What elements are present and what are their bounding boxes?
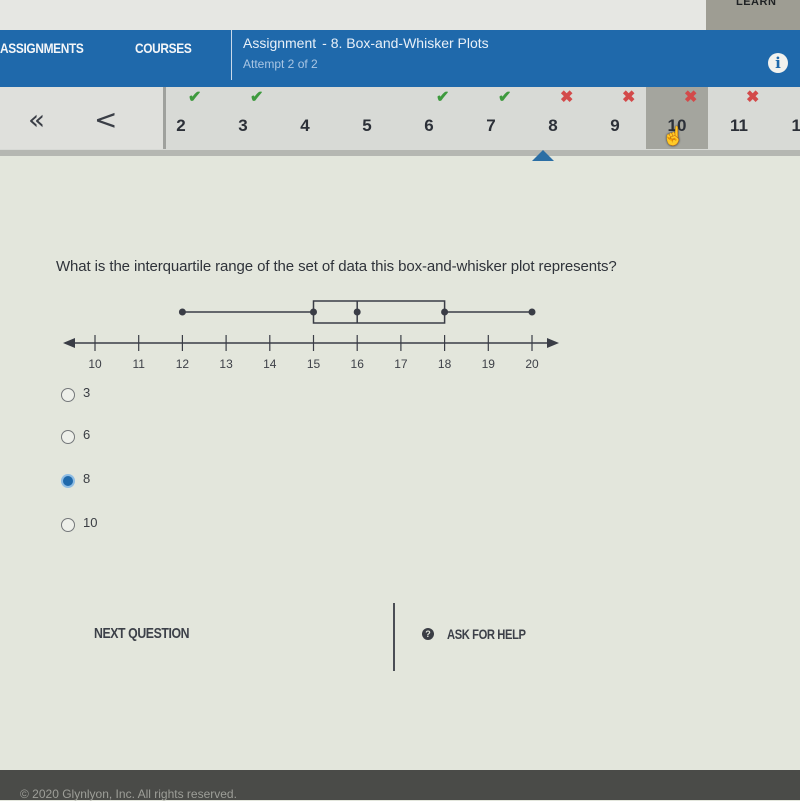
q1-point xyxy=(310,308,317,316)
question-tab-7[interactable]: 7 ✔ xyxy=(460,87,522,149)
answer-label: 10 xyxy=(83,515,98,530)
iqr-box xyxy=(312,300,446,324)
info-icon[interactable]: i xyxy=(768,53,788,73)
tick-label: 11 xyxy=(132,357,145,371)
box-plot: 10 11 12 13 14 15 16 17 18 19 20 xyxy=(63,300,559,371)
answer-label: 3 xyxy=(83,385,91,400)
answer-label: 8 xyxy=(83,471,91,486)
min-point xyxy=(178,308,186,316)
question-number: 7 xyxy=(486,116,496,135)
answer-label: 6 xyxy=(83,427,91,442)
checkmark-icon: ✔ xyxy=(498,89,512,106)
checkmark-icon: ✔ xyxy=(436,89,450,106)
radio-unselected[interactable] xyxy=(61,430,75,444)
tick-label: 19 xyxy=(482,357,496,371)
attempt-status: Attempt 2 of 2 xyxy=(243,57,318,71)
ask-for-help-label: ASK FOR HELP xyxy=(447,626,526,642)
question-number: 9 xyxy=(610,116,620,135)
copyright-text: © 2020 Glynlyon, Inc. All rights reserve… xyxy=(20,787,237,801)
tick-label: 16 xyxy=(351,357,365,371)
question-tab-9[interactable]: 9 ✖ xyxy=(584,87,646,149)
tick-label: 15 xyxy=(307,357,321,371)
axis-left-arrow xyxy=(63,338,75,348)
axis-right-arrow xyxy=(547,338,559,348)
question-number: 11 xyxy=(730,116,748,135)
tick-label: 12 xyxy=(176,357,190,371)
nav-courses[interactable]: COURSES xyxy=(135,40,192,56)
checkmark-icon: ✔ xyxy=(250,89,264,106)
question-tab-4[interactable]: 4 xyxy=(274,87,336,149)
previous-question-button[interactable]: < xyxy=(94,105,117,135)
help-icon: ? xyxy=(422,628,434,640)
question-number: 4 xyxy=(300,116,310,135)
hand-cursor-icon: ☝ xyxy=(662,126,685,146)
question-tab-12[interactable]: 12✖ xyxy=(770,87,800,149)
learn-label[interactable]: LEARN xyxy=(736,0,776,8)
first-question-button[interactable]: « xyxy=(28,105,45,135)
nav-arrows-panel xyxy=(0,87,166,149)
question-number: 3 xyxy=(238,116,248,135)
question-tab-6[interactable]: 6 ✔ xyxy=(398,87,460,149)
question-number: 8 xyxy=(548,116,558,135)
header-bar: ASSIGNMENTS COURSES Assignment - 8. Box-a… xyxy=(0,30,800,87)
current-question-indicator xyxy=(532,150,554,161)
footer-divider xyxy=(393,603,395,671)
max-point xyxy=(528,308,536,316)
x-mark-icon: ✖ xyxy=(622,89,636,106)
x-mark-icon: ✖ xyxy=(746,89,760,106)
question-nav-border xyxy=(0,150,800,156)
question-number: 6 xyxy=(424,116,434,135)
assignment-label: Assignment xyxy=(243,35,317,51)
x-mark-icon: ✖ xyxy=(560,89,574,106)
assignment-title: Assignment - 8. Box-and-Whisker Plots xyxy=(243,35,489,51)
radio-unselected[interactable] xyxy=(61,388,75,402)
q3-point xyxy=(441,308,449,316)
question-tab-2[interactable]: 2 ✔ xyxy=(150,87,212,149)
tick-label: 13 xyxy=(219,357,233,371)
tick-label: 14 xyxy=(263,357,277,371)
radio-selected[interactable] xyxy=(61,474,75,488)
median-point xyxy=(353,308,361,316)
assignment-name: - 8. Box-and-Whisker Plots xyxy=(322,35,489,51)
nav-assignments[interactable]: ASSIGNMENTS xyxy=(0,40,84,56)
question-tab-8[interactable]: 8 ✖ xyxy=(522,87,584,149)
tick-label: 20 xyxy=(525,357,539,371)
question-number: 2 xyxy=(176,116,186,135)
question-number: 12 xyxy=(791,116,800,135)
checkmark-icon: ✔ xyxy=(188,89,202,106)
question-number: 5 xyxy=(362,116,372,135)
browser-top-strip: LEARN xyxy=(0,0,800,30)
tick-label: 17 xyxy=(394,357,408,371)
next-question-button[interactable]: NEXT QUESTION xyxy=(94,625,190,642)
question-tab-11[interactable]: 11 ✖ xyxy=(708,87,770,149)
radio-unselected[interactable] xyxy=(61,518,75,532)
page-footer: © 2020 Glynlyon, Inc. All rights reserve… xyxy=(0,770,800,801)
question-tab-5[interactable]: 5 xyxy=(336,87,398,149)
question-text: What is the interquartile range of the s… xyxy=(56,258,617,275)
x-mark-icon: ✖ xyxy=(684,89,698,106)
header-divider xyxy=(231,30,232,80)
tick-label: 18 xyxy=(438,357,452,371)
tick-label: 10 xyxy=(88,357,102,371)
question-tab-3[interactable]: 3 ✔ xyxy=(212,87,274,149)
